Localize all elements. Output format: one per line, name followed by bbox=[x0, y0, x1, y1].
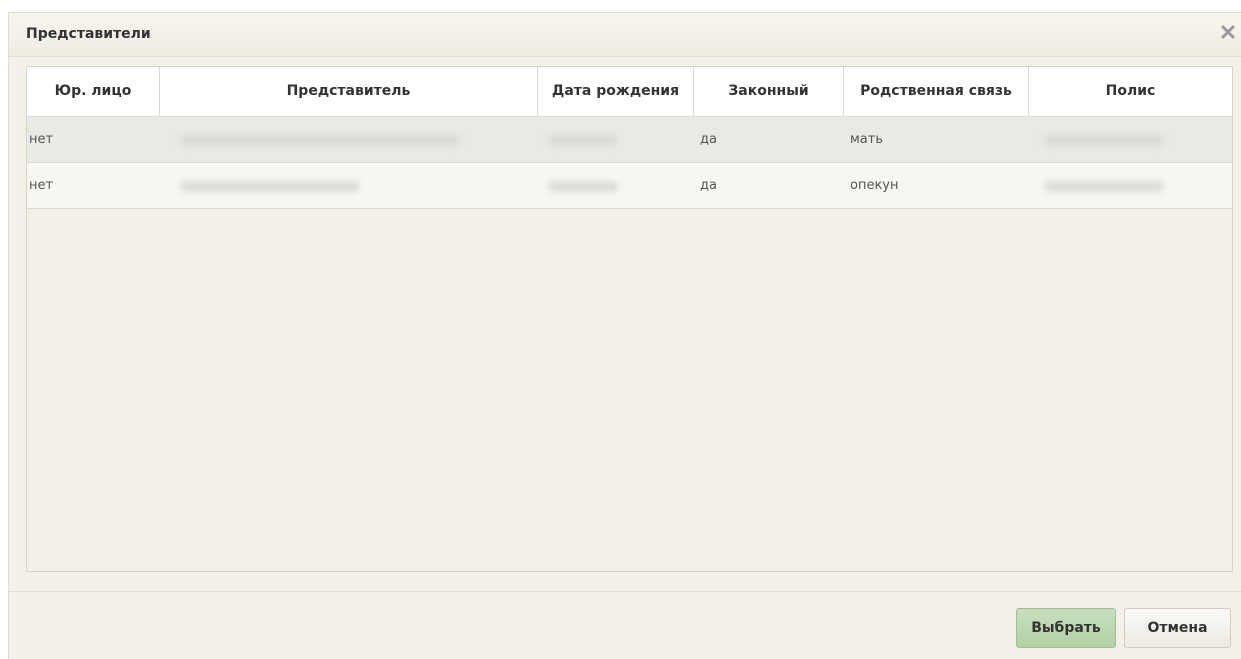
cell-representative bbox=[160, 163, 538, 208]
column-header-relation[interactable]: Родственная связь bbox=[844, 67, 1029, 116]
column-header-legal[interactable]: Законный bbox=[694, 67, 844, 116]
redacted-text bbox=[548, 181, 618, 192]
column-header-representative[interactable]: Представитель bbox=[160, 67, 538, 116]
cell-legal-entity: нет bbox=[29, 178, 54, 193]
dialog-title: Представители bbox=[26, 26, 151, 42]
dialog-header: Представители bbox=[9, 13, 1241, 57]
column-header-legal-entity[interactable]: Юр. лицо bbox=[27, 67, 160, 116]
table-row[interactable]: нет да опекун bbox=[27, 163, 1232, 209]
column-header-birth-date[interactable]: Дата рождения bbox=[538, 67, 694, 116]
cell-policy bbox=[1029, 117, 1232, 162]
cancel-button[interactable]: Отмена bbox=[1124, 608, 1231, 648]
cell-legal: да bbox=[700, 178, 717, 193]
footer-divider bbox=[9, 591, 1241, 592]
redacted-text bbox=[180, 135, 460, 146]
cell-birth-date bbox=[538, 163, 694, 208]
cell-legal-entity: нет bbox=[29, 132, 54, 147]
representatives-dialog: Представители Юр. лицо Представитель Дат… bbox=[8, 12, 1241, 659]
cell-relation: мать bbox=[850, 132, 884, 147]
redacted-text bbox=[1044, 181, 1164, 192]
cell-policy bbox=[1029, 163, 1232, 208]
cell-legal: да bbox=[700, 132, 717, 147]
close-icon[interactable] bbox=[1218, 22, 1238, 42]
column-header-policy[interactable]: Полис bbox=[1029, 67, 1232, 116]
cell-representative bbox=[160, 117, 538, 162]
table-header: Юр. лицо Представитель Дата рождения Зак… bbox=[27, 67, 1232, 117]
select-button[interactable]: Выбрать bbox=[1016, 608, 1116, 648]
redacted-text bbox=[548, 135, 618, 146]
representatives-table: Юр. лицо Представитель Дата рождения Зак… bbox=[26, 66, 1233, 572]
redacted-text bbox=[1044, 135, 1164, 146]
table-row[interactable]: нет да мать bbox=[27, 117, 1232, 163]
cell-birth-date bbox=[538, 117, 694, 162]
cell-relation: опекун bbox=[850, 178, 899, 193]
redacted-text bbox=[180, 181, 360, 192]
